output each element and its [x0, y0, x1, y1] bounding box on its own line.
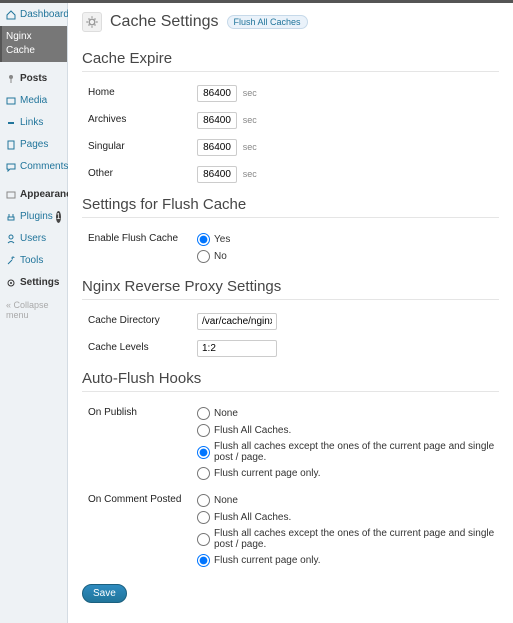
on-publish-none-radio[interactable]	[197, 407, 210, 420]
unit-sec: sec	[243, 142, 257, 152]
sidebar-label: Tools	[20, 254, 43, 268]
sidebar-item-plugins[interactable]: Plugins 1	[0, 206, 67, 228]
sidebar-label: Comments	[20, 160, 68, 174]
sidebar-label: Posts	[20, 72, 47, 86]
on-publish-flush-current-radio[interactable]	[197, 467, 210, 480]
cache-levels-input[interactable]	[197, 340, 277, 357]
sidebar-item-tools[interactable]: Tools	[0, 250, 67, 272]
sidebar-label: Dashboard	[20, 8, 69, 22]
comment-icon	[6, 162, 16, 172]
sidebar-item-nginx-cache[interactable]: Nginx Cache	[0, 26, 67, 62]
link-icon	[6, 118, 16, 128]
admin-sidebar: Dashboard Nginx Cache Posts Media Links …	[0, 0, 68, 623]
sidebar-item-posts[interactable]: Posts	[0, 68, 67, 90]
plugin-icon	[6, 212, 16, 222]
on-comment-flush-all-label: Flush All Caches.	[214, 512, 291, 523]
on-comment-flush-except-label: Flush all caches except the ones of the …	[214, 528, 499, 550]
settings-page-icon	[82, 12, 102, 32]
sidebar-label: Users	[20, 232, 46, 246]
gear-icon	[6, 278, 16, 288]
collapse-menu[interactable]: « Collapse menu	[0, 294, 67, 326]
singular-expire-label: Singular	[82, 139, 197, 152]
archives-expire-label: Archives	[82, 112, 197, 125]
sidebar-label: Media	[20, 94, 47, 108]
sidebar-label: Pages	[20, 138, 48, 152]
sidebar-item-appearance[interactable]: Appearance	[0, 184, 67, 206]
unit-sec: sec	[243, 169, 257, 179]
section-flush-settings: Settings for Flush Cache	[82, 188, 499, 218]
sidebar-label: Plugins	[20, 210, 53, 224]
sidebar-item-pages[interactable]: Pages	[0, 134, 67, 156]
unit-sec: sec	[243, 88, 257, 98]
sidebar-item-dashboard[interactable]: Dashboard	[0, 4, 67, 26]
cache-dir-label: Cache Directory	[82, 313, 197, 326]
cache-dir-input[interactable]	[197, 313, 277, 330]
on-publish-none-label: None	[214, 408, 238, 419]
archives-expire-input[interactable]	[197, 112, 237, 129]
on-publish-flush-except-label: Flush all caches except the ones of the …	[214, 441, 499, 463]
save-button[interactable]: Save	[82, 584, 127, 603]
home-icon	[6, 10, 16, 20]
on-comment-flush-current-label: Flush current page only.	[214, 555, 321, 566]
plugins-update-badge: 1	[56, 211, 61, 223]
sidebar-item-users[interactable]: Users	[0, 228, 67, 250]
unit-sec: sec	[243, 115, 257, 125]
singular-expire-input[interactable]	[197, 139, 237, 156]
appearance-icon	[6, 190, 16, 200]
enable-flush-no-radio[interactable]	[197, 250, 210, 263]
enable-flush-no-label: No	[214, 251, 227, 262]
on-comment-none-radio[interactable]	[197, 494, 210, 507]
enable-flush-yes-radio[interactable]	[197, 233, 210, 246]
collapse-label: Collapse menu	[6, 300, 49, 320]
on-publish-label: On Publish	[82, 405, 197, 418]
sidebar-item-links[interactable]: Links	[0, 112, 67, 134]
sidebar-label: Settings	[20, 276, 59, 290]
sidebar-item-comments[interactable]: Comments	[0, 156, 67, 178]
section-reverse-proxy: Nginx Reverse Proxy Settings	[82, 270, 499, 300]
page-title: Cache Settings	[110, 13, 219, 31]
on-publish-flush-current-label: Flush current page only.	[214, 468, 321, 479]
sidebar-label: Nginx Cache	[6, 30, 61, 58]
on-publish-flush-all-radio[interactable]	[197, 424, 210, 437]
cache-levels-label: Cache Levels	[82, 340, 197, 353]
on-publish-flush-except-radio[interactable]	[197, 446, 210, 459]
page-icon	[6, 140, 16, 150]
collapse-icon: «	[6, 300, 11, 310]
section-auto-flush: Auto-Flush Hooks	[82, 362, 499, 392]
users-icon	[6, 234, 16, 244]
section-cache-expire: Cache Expire	[82, 42, 499, 72]
media-icon	[6, 96, 16, 106]
other-expire-input[interactable]	[197, 166, 237, 183]
on-comment-none-label: None	[214, 495, 238, 506]
flush-all-caches-button[interactable]: Flush All Caches	[227, 15, 308, 29]
sidebar-item-media[interactable]: Media	[0, 90, 67, 112]
on-comment-flush-all-radio[interactable]	[197, 511, 210, 524]
on-comment-flush-current-radio[interactable]	[197, 554, 210, 567]
home-expire-input[interactable]	[197, 85, 237, 102]
on-comment-label: On Comment Posted	[82, 492, 197, 505]
other-expire-label: Other	[82, 166, 197, 179]
on-publish-flush-all-label: Flush All Caches.	[214, 425, 291, 436]
pin-icon	[6, 74, 16, 84]
sidebar-item-settings[interactable]: Settings	[0, 272, 67, 294]
sidebar-label: Links	[20, 116, 43, 130]
main-content: Cache Settings Flush All Caches Cache Ex…	[68, 0, 513, 623]
enable-flush-yes-label: Yes	[214, 234, 230, 245]
enable-flush-label: Enable Flush Cache	[82, 231, 197, 244]
tools-icon	[6, 256, 16, 266]
home-expire-label: Home	[82, 85, 197, 98]
on-comment-flush-except-radio[interactable]	[197, 533, 210, 546]
